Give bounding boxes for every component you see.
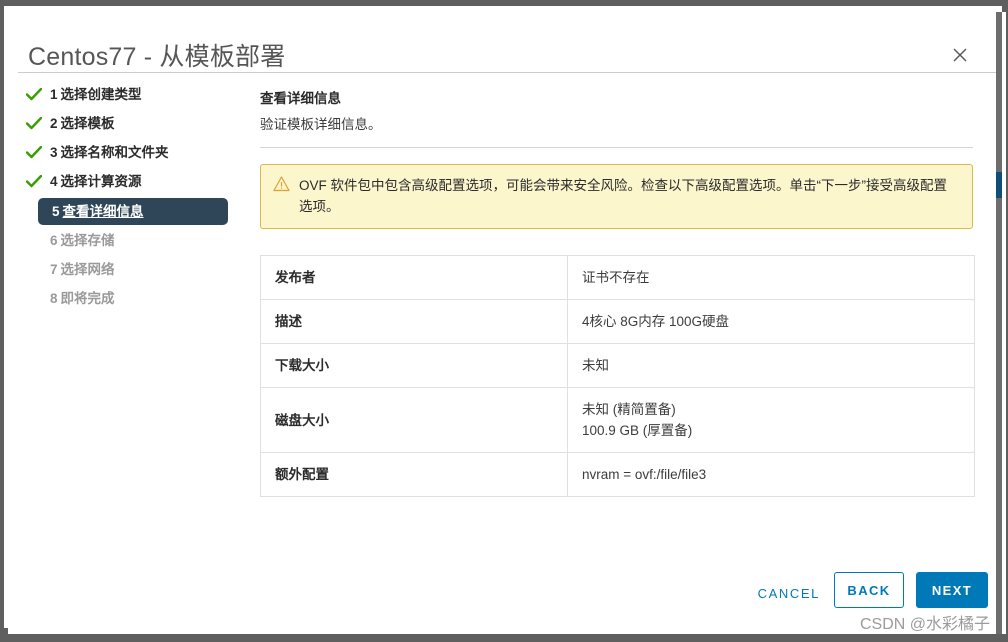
table-row: 磁盘大小 未知 (精简置备) 100.9 GB (厚置备) — [260, 387, 975, 453]
step-label: 选择创建类型 — [60, 87, 142, 102]
sidebar-item-step-6[interactable]: 6 选择存储 — [8, 228, 258, 254]
table-cell-label: 额外配置 — [260, 452, 568, 497]
value-line: 证书不存在 — [582, 270, 650, 285]
details-table: 发布者 证书不存在 描述 4核心 8G内存 100G硬盘 下载大小 未知 磁盘大… — [260, 255, 975, 497]
cancel-button[interactable]: CANCEL — [752, 578, 826, 609]
sidebar-item-step-5-active[interactable]: 5 查看详细信息 — [38, 198, 228, 225]
table-row: 描述 4核心 8G内存 100G硬盘 — [260, 299, 975, 344]
sidebar-item-step-4[interactable]: 4 选择计算资源 — [8, 169, 258, 195]
table-cell-value: nvram = ovf:/file/file3 — [567, 452, 975, 497]
window-frame: Centos77 - 从模板部署 1 选择创建类型 2 选择模板 3 选择名称和… — [0, 0, 1008, 642]
check-icon — [26, 169, 42, 195]
page-title: Centos77 - 从模板部署 — [28, 43, 286, 71]
step-number: 1 — [50, 87, 58, 102]
table-cell-value: 证书不存在 — [567, 255, 975, 300]
table-cell-value: 未知 (精简置备) 100.9 GB (厚置备) — [567, 387, 975, 453]
warning-triangle-icon — [273, 176, 290, 192]
vertical-scrollbar-track[interactable] — [996, 12, 1002, 634]
dialog-footer: CANCEL BACK NEXT — [8, 572, 1006, 612]
step-number: 8 — [50, 291, 58, 306]
table-cell-label: 下载大小 — [260, 343, 568, 388]
table-cell-label: 描述 — [260, 299, 568, 344]
close-icon[interactable] — [950, 45, 970, 65]
content-pane: 查看详细信息 验证模板详细信息。 OVF 软件包中包含高级配置选项，可能会带来安… — [260, 82, 990, 497]
table-cell-value: 未知 — [567, 343, 975, 388]
wizard-steps-nav: 1 选择创建类型 2 选择模板 3 选择名称和文件夹 4 选择计算资源 5 查看… — [8, 82, 258, 315]
value-line: 100.9 GB (厚置备) — [582, 423, 693, 438]
table-cell-label: 发布者 — [260, 255, 568, 300]
table-row: 发布者 证书不存在 — [260, 255, 975, 300]
step-number: 5 — [52, 204, 60, 219]
value-line: 4核心 8G内存 100G硬盘 — [582, 314, 730, 329]
step-number: 6 — [50, 233, 58, 248]
table-row: 下载大小 未知 — [260, 343, 975, 388]
next-button[interactable]: NEXT — [916, 572, 988, 608]
vertical-scrollbar-thumb[interactable] — [996, 172, 1002, 198]
content-divider — [260, 147, 973, 148]
warning-banner: OVF 软件包中包含高级配置选项，可能会带来安全风险。检查以下高级配置选项。单击… — [260, 164, 973, 229]
step-label: 查看详细信息 — [62, 204, 144, 219]
step-label: 选择模板 — [60, 116, 115, 131]
value-line: nvram = ovf:/file/file3 — [582, 467, 707, 482]
warning-text: OVF 软件包中包含高级配置选项，可能会带来安全风险。检查以下高级配置选项。单击… — [299, 178, 947, 214]
table-cell-value: 4核心 8G内存 100G硬盘 — [567, 299, 975, 344]
check-icon — [26, 82, 42, 108]
deploy-template-dialog: Centos77 - 从模板部署 1 选择创建类型 2 选择模板 3 选择名称和… — [8, 12, 1006, 634]
step-label: 选择网络 — [60, 262, 115, 277]
step-label: 即将完成 — [60, 291, 115, 306]
sidebar-item-step-7[interactable]: 7 选择网络 — [8, 257, 258, 283]
dialog-title-bar: Centos77 - 从模板部署 — [8, 12, 1006, 73]
value-line: 未知 (精简置备) — [582, 402, 676, 417]
step-number: 3 — [50, 145, 58, 160]
table-row: 额外配置 nvram = ovf:/file/file3 — [260, 452, 975, 497]
step-label: 选择名称和文件夹 — [60, 145, 169, 160]
value-line: 未知 — [582, 358, 609, 373]
back-button[interactable]: BACK — [834, 572, 904, 608]
check-icon — [26, 111, 42, 137]
step-label: 选择计算资源 — [60, 174, 142, 189]
step-label: 选择存储 — [60, 233, 115, 248]
sidebar-item-step-2[interactable]: 2 选择模板 — [8, 111, 258, 137]
step-number: 4 — [50, 174, 58, 189]
step-number: 7 — [50, 262, 58, 277]
section-title: 查看详细信息 — [260, 91, 341, 106]
sidebar-item-step-3[interactable]: 3 选择名称和文件夹 — [8, 140, 258, 166]
sidebar-item-step-1[interactable]: 1 选择创建类型 — [8, 82, 258, 108]
title-divider — [18, 72, 996, 73]
section-subtitle: 验证模板详细信息。 — [260, 117, 382, 132]
watermark: CSDN @水彩橘子 — [859, 616, 990, 633]
sidebar-item-step-8[interactable]: 8 即将完成 — [8, 286, 258, 312]
step-number: 2 — [50, 116, 58, 131]
check-icon — [26, 140, 42, 166]
table-cell-label: 磁盘大小 — [260, 387, 568, 453]
